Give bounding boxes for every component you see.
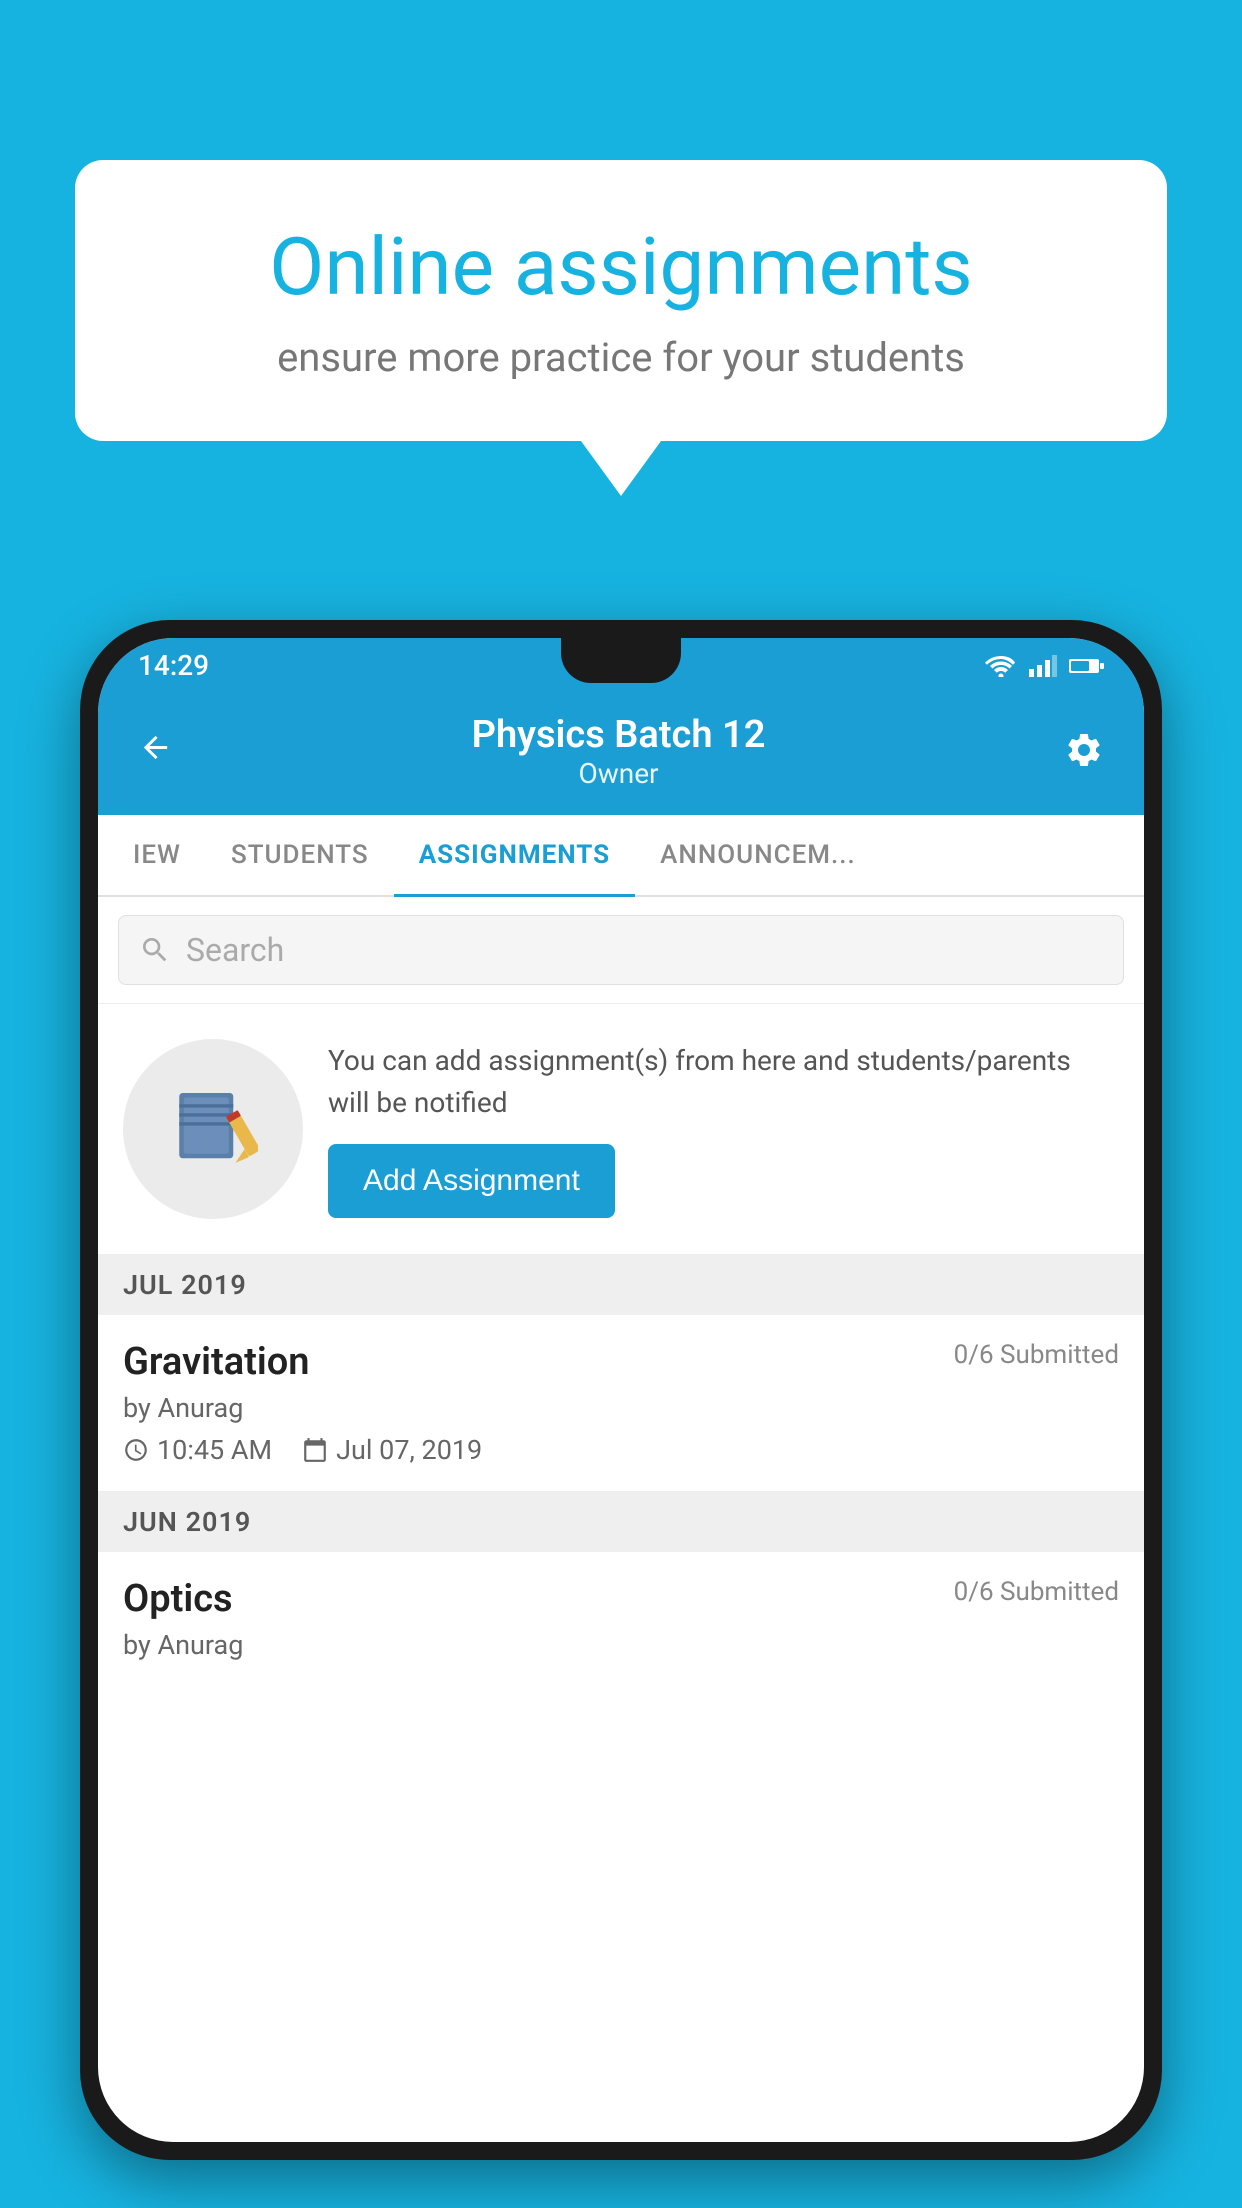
section-header-jul: JUL 2019 bbox=[98, 1255, 1144, 1315]
speech-bubble-arrow bbox=[581, 441, 661, 496]
assignment-item-gravitation[interactable]: Gravitation 0/6 Submitted by Anurag 10:4… bbox=[98, 1315, 1144, 1492]
assignment-submitted-optics: 0/6 Submitted bbox=[954, 1577, 1119, 1607]
assignment-meta-gravitation: 10:45 AM Jul 07, 2019 bbox=[123, 1434, 1119, 1466]
promo-content: You can add assignment(s) from here and … bbox=[328, 1040, 1119, 1218]
tabs-bar: IEW STUDENTS ASSIGNMENTS ANNOUNCEM... bbox=[98, 815, 1144, 897]
wifi-icon bbox=[985, 655, 1017, 677]
assignment-title-optics: Optics bbox=[123, 1577, 233, 1621]
promo-section: You can add assignment(s) from here and … bbox=[98, 1004, 1144, 1255]
assignment-title-gravitation: Gravitation bbox=[123, 1340, 310, 1384]
assignment-date-gravitation: Jul 07, 2019 bbox=[302, 1434, 482, 1466]
header-subtitle: Owner bbox=[472, 757, 766, 790]
assignment-by-optics: by Anurag bbox=[123, 1629, 1119, 1661]
assignment-icon bbox=[168, 1084, 258, 1174]
phone-screen: 14:29 bbox=[98, 638, 1144, 2142]
assignment-date-value: Jul 07, 2019 bbox=[336, 1434, 482, 1466]
status-icons bbox=[985, 655, 1104, 677]
search-placeholder: Search bbox=[186, 931, 284, 969]
speech-bubble-title: Online assignments bbox=[145, 220, 1097, 314]
clock-icon bbox=[123, 1437, 149, 1463]
assignment-submitted-gravitation: 0/6 Submitted bbox=[954, 1340, 1119, 1370]
phone-notch bbox=[561, 638, 681, 683]
assignment-item-optics[interactable]: Optics 0/6 Submitted by Anurag bbox=[98, 1552, 1144, 1686]
add-assignment-button[interactable]: Add Assignment bbox=[328, 1144, 615, 1218]
tab-iew[interactable]: IEW bbox=[108, 815, 206, 895]
speech-bubble-section: Online assignments ensure more practice … bbox=[75, 160, 1167, 496]
status-time: 14:29 bbox=[138, 649, 209, 682]
promo-icon-circle bbox=[123, 1039, 303, 1219]
tab-announcements[interactable]: ANNOUNCEM... bbox=[635, 815, 881, 895]
promo-text: You can add assignment(s) from here and … bbox=[328, 1040, 1119, 1124]
app-header: Physics Batch 12 Owner bbox=[98, 693, 1144, 815]
assignment-time-gravitation: 10:45 AM bbox=[123, 1434, 272, 1466]
header-center: Physics Batch 12 Owner bbox=[472, 713, 766, 790]
phone-outer: 14:29 bbox=[80, 620, 1162, 2160]
search-bar[interactable]: Search bbox=[118, 915, 1124, 985]
settings-button[interactable] bbox=[1064, 730, 1104, 774]
assignment-top-row-optics: Optics 0/6 Submitted bbox=[123, 1577, 1119, 1621]
speech-bubble-card: Online assignments ensure more practice … bbox=[75, 160, 1167, 441]
back-button[interactable] bbox=[138, 728, 173, 775]
header-title: Physics Batch 12 bbox=[472, 713, 766, 757]
search-container: Search bbox=[98, 897, 1144, 1004]
section-header-jun: JUN 2019 bbox=[98, 1492, 1144, 1552]
search-icon bbox=[139, 934, 171, 966]
calendar-icon bbox=[302, 1437, 328, 1463]
battery-icon bbox=[1069, 657, 1104, 675]
tab-assignments[interactable]: ASSIGNMENTS bbox=[394, 815, 635, 895]
assignment-top-row: Gravitation 0/6 Submitted bbox=[123, 1340, 1119, 1384]
speech-bubble-subtitle: ensure more practice for your students bbox=[145, 334, 1097, 381]
signal-icon bbox=[1029, 655, 1057, 677]
assignment-by-gravitation: by Anurag bbox=[123, 1392, 1119, 1424]
phone-mockup: 14:29 bbox=[80, 620, 1162, 2208]
assignment-time-value: 10:45 AM bbox=[157, 1434, 272, 1466]
tab-students[interactable]: STUDENTS bbox=[206, 815, 394, 895]
